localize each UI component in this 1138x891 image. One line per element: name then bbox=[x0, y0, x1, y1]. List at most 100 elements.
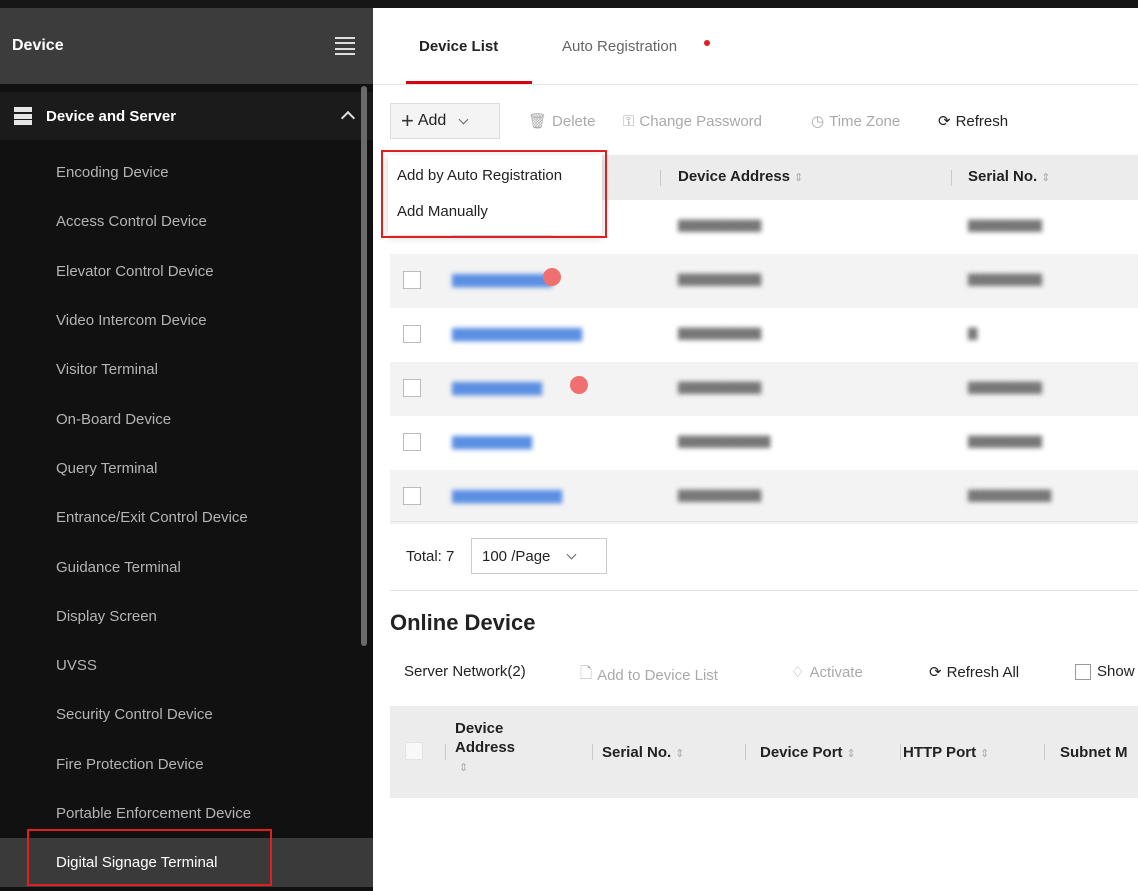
sidebar-item-query-terminal[interactable]: Query Terminal bbox=[0, 444, 373, 493]
refresh-all-button[interactable]: ⟳ Refresh All bbox=[929, 663, 1020, 682]
row-checkbox[interactable] bbox=[403, 487, 421, 505]
refresh-button[interactable]: ⟳ Refresh bbox=[938, 103, 1008, 139]
device-name-link[interactable]: ▇▇▇▇▇▇▇▇▇▇ bbox=[452, 272, 552, 288]
delete-label: Delete bbox=[552, 112, 596, 130]
sidebar-item-elevator-control-device[interactable]: Elevator Control Device bbox=[0, 247, 373, 296]
notification-dot bbox=[704, 40, 710, 46]
column-header-serial-no[interactable]: Serial No. ⇕ bbox=[602, 744, 684, 761]
collapse-menu-icon[interactable] bbox=[335, 37, 355, 55]
row-checkbox[interactable] bbox=[403, 271, 421, 289]
server-icon bbox=[14, 107, 32, 125]
tab-device-list[interactable]: Device List bbox=[419, 38, 498, 55]
sidebar-item-on-board-device[interactable]: On-Board Device bbox=[0, 394, 373, 443]
device-name-link[interactable]: ▇▇▇▇▇▇▇▇▇ bbox=[452, 380, 542, 396]
sort-icon: ⇕ bbox=[846, 748, 856, 760]
activate-button[interactable]: ♢ Activate bbox=[791, 663, 863, 682]
sidebar-item-security-control-device[interactable]: Security Control Device bbox=[0, 690, 373, 739]
serial-number: ▇▇▇▇▇▇▇▇ bbox=[968, 434, 1042, 448]
table-row[interactable]: ▇▇▇▇▇▇▇▇▇▇ ▇▇▇▇▇▇▇▇▇ ▇▇▇▇▇▇▇▇ bbox=[390, 254, 1138, 308]
sort-icon: ⇕ bbox=[980, 748, 990, 760]
toolbar: + Add 🗑 Delete ⚿ Change Password ◷ Time … bbox=[373, 103, 1138, 141]
active-tab-indicator bbox=[406, 81, 532, 84]
column-separator bbox=[592, 744, 593, 760]
column-header-subnet-mask[interactable]: Subnet M bbox=[1060, 744, 1128, 761]
column-header-label: Serial No. bbox=[602, 744, 672, 761]
device-name-link[interactable]: ▇▇▇▇▇▇▇▇▇▇▇▇▇ bbox=[452, 326, 582, 342]
table-row[interactable]: ▇▇▇▇▇▇▇▇ ▇▇▇▇▇▇▇▇▇▇ ▇▇▇▇▇▇▇▇ bbox=[390, 416, 1138, 470]
sidebar-group-label: Device and Server bbox=[46, 107, 177, 125]
page-size-value: 100 /Page bbox=[482, 547, 551, 565]
chevron-up-icon bbox=[340, 110, 356, 126]
select-all-checkbox[interactable] bbox=[405, 742, 423, 760]
refresh-label: Refresh bbox=[955, 112, 1009, 130]
chevron-down-icon bbox=[566, 549, 577, 559]
device-address: ▇▇▇▇▇▇▇▇▇▇ bbox=[678, 434, 771, 448]
sidebar-item-guidance-terminal[interactable]: Guidance Terminal bbox=[0, 542, 373, 591]
sidebar-item-uvss[interactable]: UVSS bbox=[0, 641, 373, 690]
column-separator bbox=[745, 744, 746, 760]
serial-number: ▇▇▇▇▇▇▇▇ bbox=[968, 218, 1042, 232]
checkbox[interactable] bbox=[1075, 663, 1091, 680]
column-header-http-port[interactable]: HTTP Port ⇕ bbox=[903, 744, 989, 761]
sidebar-item-display-screen[interactable]: Display Screen bbox=[0, 592, 373, 641]
table-row[interactable]: ▇▇▇▇▇▇▇▇▇▇▇ ▇▇▇▇▇▇▇▇▇ ▇▇▇▇▇▇▇▇▇ bbox=[390, 470, 1138, 524]
refresh-all-label: Refresh All bbox=[946, 663, 1020, 681]
sidebar-item-portable-enforcement-device[interactable]: Portable Enforcement Device bbox=[0, 789, 373, 838]
device-name-link[interactable]: ▇▇▇▇▇▇▇▇ bbox=[452, 434, 532, 450]
device-address: ▇▇▇▇▇▇▇▇▇ bbox=[678, 380, 762, 394]
tab-bar: Device List Auto Registration bbox=[373, 8, 1138, 85]
sort-icon: ⇕ bbox=[794, 172, 804, 184]
add-button[interactable]: + Add bbox=[390, 103, 500, 139]
sidebar-item-encoding-device[interactable]: Encoding Device bbox=[0, 148, 373, 197]
sort-icon: ⇕ bbox=[459, 762, 469, 774]
table-row[interactable]: ▇▇▇▇▇▇▇▇▇ ▇▇▇▇▇▇▇▇▇ ▇▇▇▇▇▇▇▇ bbox=[390, 362, 1138, 416]
row-checkbox[interactable] bbox=[403, 433, 421, 451]
sort-icon: ⇕ bbox=[1041, 172, 1051, 184]
table-divider bbox=[390, 521, 1138, 522]
section-divider bbox=[390, 590, 1138, 591]
plus-icon: + bbox=[401, 108, 414, 133]
sidebar-item-entrance-exit-control-device[interactable]: Entrance/Exit Control Device bbox=[0, 493, 373, 542]
time-zone-button[interactable]: ◷ Time Zone bbox=[811, 103, 900, 139]
column-separator bbox=[1044, 744, 1045, 760]
clock-icon: ◷ bbox=[811, 113, 825, 130]
serial-number: ▇ bbox=[968, 326, 978, 340]
sidebar-item-digital-signage-terminal[interactable]: Digital Signage Terminal bbox=[0, 838, 373, 888]
online-device-toolbar: Server Network(2) 🗋 Add to Device List ♢ A… bbox=[373, 663, 1138, 687]
show-checkbox[interactable]: Show bbox=[1075, 663, 1135, 680]
device-name-link[interactable]: ▇▇▇▇▇▇▇▇▇▇▇ bbox=[452, 488, 562, 504]
sidebar-group-device-and-server[interactable]: Device and Server bbox=[0, 92, 373, 140]
column-header-address-line: Address bbox=[455, 739, 516, 756]
add-to-device-list-button[interactable]: 🗋 Add to Device List bbox=[580, 663, 718, 688]
sidebar-scrollbar[interactable] bbox=[361, 86, 367, 646]
main-panel: Device List Auto Registration + Add 🗑 De… bbox=[373, 8, 1138, 891]
table-row[interactable]: ▇▇▇▇▇▇▇▇▇▇▇▇▇ ▇▇▇▇▇▇▇▇▇ ▇ bbox=[390, 308, 1138, 362]
sidebar-item-access-control-device[interactable]: Access Control Device bbox=[0, 197, 373, 246]
server-network-filter[interactable]: Server Network(2) bbox=[404, 663, 526, 680]
serial-number: ▇▇▇▇▇▇▇▇▇ bbox=[968, 488, 1052, 502]
sidebar-item-video-intercom-device[interactable]: Video Intercom Device bbox=[0, 296, 373, 345]
sidebar-title: Device bbox=[12, 37, 64, 54]
column-header-device-port[interactable]: Device Port ⇕ bbox=[760, 744, 856, 761]
key-icon: ⚿ bbox=[623, 112, 635, 130]
column-header-serial-no[interactable]: Serial No. ⇕ bbox=[968, 168, 1050, 185]
change-password-button[interactable]: ⚿ Change Password bbox=[623, 103, 762, 139]
page-size-select[interactable]: 100 /Page bbox=[471, 538, 607, 574]
delete-button[interactable]: 🗑 Delete bbox=[528, 103, 595, 139]
sidebar-item-fire-protection-device[interactable]: Fire Protection Device bbox=[0, 740, 373, 789]
serial-number: ▇▇▇▇▇▇▇▇ bbox=[968, 272, 1042, 286]
tab-auto-registration[interactable]: Auto Registration bbox=[562, 38, 677, 55]
row-checkbox[interactable] bbox=[403, 325, 421, 343]
column-header-label: HTTP Port bbox=[903, 744, 977, 761]
column-header-device-address[interactable]: Device bbox=[455, 720, 503, 737]
row-checkbox[interactable] bbox=[403, 379, 421, 397]
menu-item-add-by-auto-registration[interactable]: Add by Auto Registration bbox=[397, 167, 562, 184]
sidebar-item-visitor-terminal[interactable]: Visitor Terminal bbox=[0, 345, 373, 394]
column-header-device-address[interactable]: Device Address ⇕ bbox=[678, 168, 803, 185]
server-network-label: Server Network(2) bbox=[404, 663, 526, 680]
online-device-title: Online Device bbox=[390, 610, 536, 635]
column-separator bbox=[951, 170, 952, 186]
menu-item-add-manually[interactable]: Add Manually bbox=[397, 203, 488, 220]
alert-badge bbox=[570, 376, 588, 394]
top-bar bbox=[0, 0, 1138, 8]
